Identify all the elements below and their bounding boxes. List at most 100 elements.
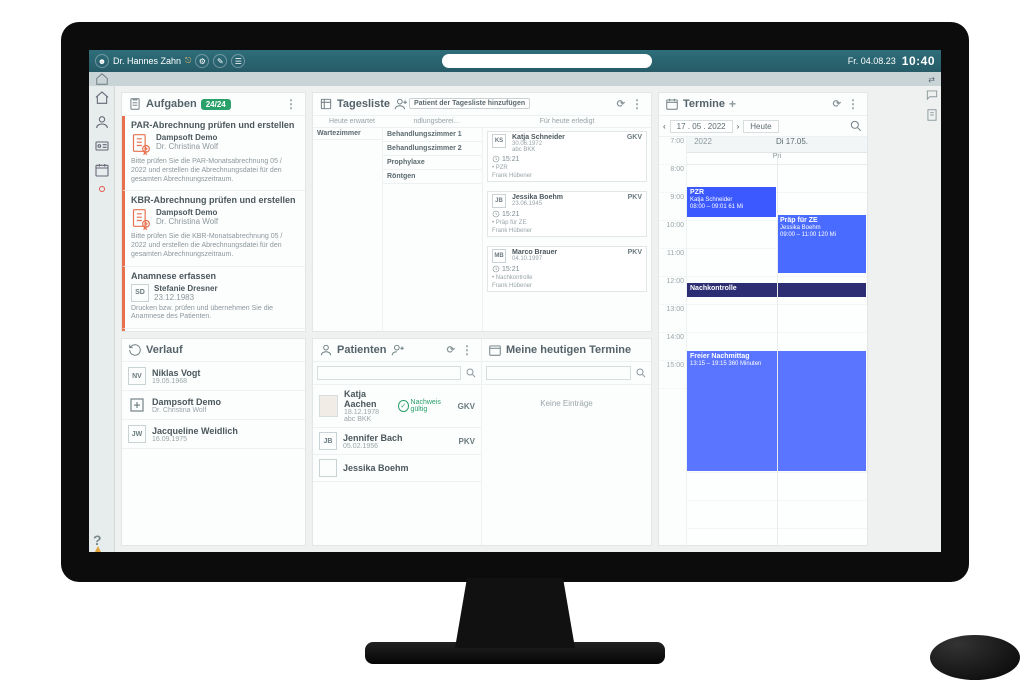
appointment-block[interactable]: Freier Nachmittag 13:15 – 19:15 360 Minu…: [687, 351, 866, 471]
patient-chip[interactable]: KS Katja Schneider 30.06.1972 abc BKK GK…: [487, 131, 647, 182]
search-icon[interactable]: [465, 367, 477, 379]
task-doc-icon: [131, 133, 151, 155]
task-title: KBR-Abrechnung prüfen und erstellen: [131, 195, 299, 205]
treatment-room[interactable]: Prophylaxe: [383, 156, 482, 170]
aufgaben-menu-icon[interactable]: ⋮: [283, 97, 299, 111]
patienten-title: Patienten: [337, 344, 387, 356]
hour-label: 14:00: [659, 333, 686, 361]
patient-insurer: abc BKK: [512, 147, 623, 153]
meine-termine-title: Meine heutigen Termine: [506, 344, 631, 356]
patient-sub: 05.02.1956: [343, 443, 403, 450]
patients-icon: [319, 343, 333, 357]
tagesliste-sync-icon[interactable]: ⟳: [617, 99, 625, 110]
monitor-stand-neck: [455, 578, 575, 648]
patient-name: Jessika Boehm: [512, 194, 624, 201]
today-button[interactable]: Heute: [743, 120, 778, 133]
calendar-search-icon[interactable]: [849, 119, 863, 133]
panel-meine-termine: Meine heutigen Termine Keine Einträge: [482, 339, 651, 545]
history-name: Dampsoft Demo: [152, 397, 221, 407]
termine-sync-icon[interactable]: ⟳: [833, 99, 841, 110]
patients-add-icon[interactable]: [391, 343, 405, 357]
nav-calendar-icon[interactable]: [94, 162, 110, 178]
patient-name: Katja Aachen: [344, 389, 392, 409]
panel-verlauf: Verlauf NVNiklas Vogt19.05.1968Dampsoft …: [121, 338, 306, 546]
patient-initials: MB: [492, 249, 506, 263]
home-small-icon[interactable]: [95, 72, 109, 86]
nav-home-icon[interactable]: [94, 90, 110, 106]
appointment-block[interactable]: Präp für ZE Jessika Boehm 09:00 – 11:00 …: [777, 215, 866, 273]
shortcut-note-icon[interactable]: [925, 108, 939, 122]
patient-dob: 23.06.1945: [512, 201, 624, 207]
patients-sync-icon[interactable]: ⟳: [447, 345, 455, 356]
insurance-type: PKV: [628, 194, 642, 201]
hour-label: 12:00: [659, 277, 686, 305]
task-owner: 23.12.1983: [154, 293, 218, 302]
warning-icon[interactable]: ▲: [92, 542, 104, 556]
nav-id-icon[interactable]: [94, 138, 110, 154]
user-avatar-icon[interactable]: ☻: [95, 54, 109, 68]
history-item[interactable]: JWJacqueline Weidlich16.09.1975: [122, 420, 305, 449]
history-date: Dr. Christina Wolf: [152, 407, 221, 414]
nav-record-icon[interactable]: [99, 186, 105, 192]
date-prev-icon[interactable]: ‹: [663, 122, 666, 131]
history-item[interactable]: Dampsoft DemoDr. Christina Wolf: [122, 391, 305, 420]
tagesliste-menu-icon[interactable]: ⋮: [629, 97, 645, 111]
patient-row[interactable]: Katja Aachen 18.12.1978abc BKK Nachweis …: [313, 385, 481, 428]
my-appts-search-input[interactable]: [486, 366, 631, 380]
aufgaben-title: Aufgaben: [146, 98, 197, 110]
hour-label: 10:00: [659, 221, 686, 249]
patient-row[interactable]: JBJennifer Bach 05.02.1956 PKV: [313, 428, 481, 455]
patient-row[interactable]: Jessika Boehm: [313, 455, 481, 482]
appt-timerange: 13:15 – 19:15 360 Minuten: [690, 361, 863, 368]
patient-initials: SD: [131, 284, 149, 302]
current-user-name: Dr. Hannes Zahn: [113, 56, 181, 66]
patient-chip[interactable]: MB Marco Brauer 04.10.1997 PKV 15:21 • N…: [487, 246, 647, 292]
right-shortcut-rail: [925, 88, 939, 122]
patients-menu-icon[interactable]: ⋮: [459, 343, 475, 357]
treatment-room[interactable]: Behandlungszimmer 2: [383, 142, 482, 156]
treatment-room[interactable]: Behandlungszimmer 1: [383, 128, 482, 142]
layout-toggle-icon[interactable]: ⇄: [928, 75, 935, 84]
appt-patient: Jessika Boehm: [780, 225, 863, 232]
task-item[interactable]: PAR-Abrechnung prüfen und erstellen Damp…: [122, 116, 305, 191]
date-next-icon[interactable]: ›: [737, 122, 740, 131]
termine-menu-icon[interactable]: ⋮: [845, 97, 861, 111]
task-clinic: Dampsoft Demo: [156, 133, 218, 142]
patient-name: Jessika Boehm: [343, 463, 409, 473]
task-item[interactable]: KBR-Abrechnung prüfen und erstellen Damp…: [122, 191, 305, 266]
toolbar-icon-2[interactable]: ✎: [213, 54, 227, 68]
logout-icon[interactable]: ⎋: [185, 56, 191, 66]
my-appts-empty-state: Keine Einträge: [482, 385, 651, 545]
patient-dob: 04.10.1997: [512, 256, 624, 262]
appt-title: PZR: [690, 189, 773, 197]
history-item[interactable]: NVNiklas Vogt19.05.1968: [122, 362, 305, 391]
daylist-icon: [319, 97, 333, 111]
add-patient-icon[interactable]: [394, 97, 408, 111]
insurance-type: GKV: [458, 402, 475, 411]
col-treatment-label: ndlungsberei…: [387, 118, 487, 125]
nav-person-icon[interactable]: [94, 114, 110, 130]
shortcut-chat-icon[interactable]: [925, 88, 939, 102]
toolbar-icon-1[interactable]: ⚙: [195, 54, 209, 68]
history-date: 16.09.1975: [152, 436, 238, 443]
treatment-room[interactable]: Röntgen: [383, 170, 482, 184]
search-icon[interactable]: [635, 367, 647, 379]
date-display[interactable]: 17 . 05 . 2022: [670, 120, 733, 133]
appt-timerange: 08:00 – 09:01 61 Mi: [690, 204, 773, 211]
patient-name: Katja Schneider: [512, 134, 623, 141]
side-navigation: [89, 86, 115, 552]
global-search-input[interactable]: [442, 54, 652, 68]
appointment-block[interactable]: Nachkontrolle: [687, 283, 866, 297]
patients-search-input[interactable]: [317, 366, 461, 380]
termine-add-icon[interactable]: +: [729, 97, 736, 111]
col-done-label: Für heute erledigt: [487, 118, 647, 125]
toolbar-icon-3[interactable]: ☰: [231, 54, 245, 68]
patient-chip[interactable]: JB Jessika Boehm 23.06.1945 PKV 15:21 • …: [487, 191, 647, 237]
appt-patient: Katja Schneider: [690, 197, 773, 204]
task-item[interactable]: Anamnese erfassen Katja Aachen: [122, 329, 305, 331]
panel-tagesliste: Tagesliste Patient der Tagesliste hinzuf…: [312, 92, 652, 332]
patient-name: Jennifer Bach: [343, 433, 403, 443]
appointment-block[interactable]: PZR Katja Schneider 08:00 – 09:01 61 Mi: [687, 187, 776, 217]
computer-mouse: [930, 635, 1020, 680]
task-item[interactable]: Anamnese erfassen SD Stefanie Dresner 23…: [122, 267, 305, 330]
